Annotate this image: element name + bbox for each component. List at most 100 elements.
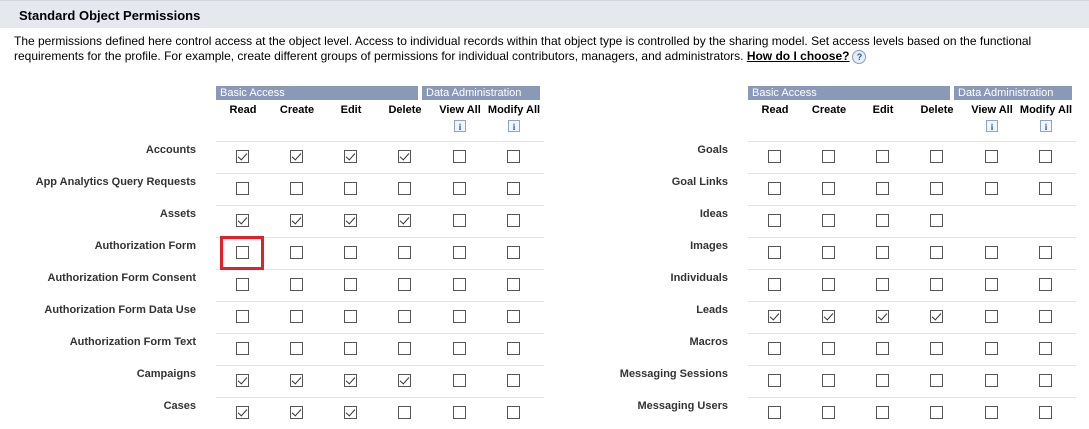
right-delete-checkbox[interactable] [930, 278, 943, 291]
left-create-checkbox[interactable] [290, 342, 303, 355]
left-view-all-checkbox[interactable] [453, 342, 466, 355]
right-read-checkbox[interactable] [768, 342, 781, 355]
left-view-all-info-icon[interactable]: i [454, 120, 466, 132]
right-delete-checkbox[interactable] [930, 214, 943, 227]
right-read-checkbox[interactable] [768, 182, 781, 195]
right-read-checkbox[interactable] [768, 310, 781, 323]
help-icon[interactable]: ? [852, 49, 867, 64]
right-modify-all-checkbox[interactable] [1039, 150, 1052, 163]
left-edit-checkbox[interactable] [344, 182, 357, 195]
right-create-checkbox[interactable] [822, 214, 835, 227]
right-delete-checkbox[interactable] [930, 342, 943, 355]
left-read-checkbox[interactable] [236, 182, 249, 195]
left-read-checkbox[interactable] [236, 278, 249, 291]
left-read-checkbox[interactable] [236, 150, 249, 163]
right-modify-all-checkbox[interactable] [1039, 310, 1052, 323]
left-modify-all-checkbox[interactable] [507, 182, 520, 195]
left-delete-checkbox[interactable] [398, 406, 411, 419]
right-edit-checkbox[interactable] [876, 310, 889, 323]
left-edit-checkbox[interactable] [344, 278, 357, 291]
right-delete-checkbox[interactable] [930, 310, 943, 323]
left-delete-checkbox[interactable] [398, 278, 411, 291]
left-modify-all-checkbox[interactable] [507, 406, 520, 419]
right-view-all-checkbox[interactable] [985, 182, 998, 195]
left-delete-checkbox[interactable] [398, 342, 411, 355]
right-edit-checkbox[interactable] [876, 406, 889, 419]
left-edit-checkbox[interactable] [344, 246, 357, 259]
right-edit-checkbox[interactable] [876, 150, 889, 163]
left-modify-all-checkbox[interactable] [507, 214, 520, 227]
right-edit-checkbox[interactable] [876, 246, 889, 259]
right-view-all-info-icon[interactable]: i [986, 120, 998, 132]
left-read-checkbox[interactable] [236, 406, 249, 419]
right-read-checkbox[interactable] [768, 246, 781, 259]
left-delete-checkbox[interactable] [398, 310, 411, 323]
left-create-checkbox[interactable] [290, 182, 303, 195]
left-view-all-checkbox[interactable] [453, 374, 466, 387]
right-modify-all-checkbox[interactable] [1039, 246, 1052, 259]
right-read-checkbox[interactable] [768, 278, 781, 291]
right-edit-checkbox[interactable] [876, 214, 889, 227]
left-delete-checkbox[interactable] [398, 182, 411, 195]
right-edit-checkbox[interactable] [876, 182, 889, 195]
left-read-checkbox[interactable] [236, 310, 249, 323]
right-create-checkbox[interactable] [822, 246, 835, 259]
left-view-all-checkbox[interactable] [453, 310, 466, 323]
left-view-all-checkbox[interactable] [453, 150, 466, 163]
right-view-all-checkbox[interactable] [985, 310, 998, 323]
left-edit-checkbox[interactable] [344, 342, 357, 355]
left-delete-checkbox[interactable] [398, 214, 411, 227]
right-edit-checkbox[interactable] [876, 278, 889, 291]
right-create-checkbox[interactable] [822, 150, 835, 163]
left-view-all-checkbox[interactable] [453, 278, 466, 291]
left-create-checkbox[interactable] [290, 406, 303, 419]
left-create-checkbox[interactable] [290, 374, 303, 387]
right-read-checkbox[interactable] [768, 214, 781, 227]
left-modify-all-checkbox[interactable] [507, 278, 520, 291]
right-delete-checkbox[interactable] [930, 406, 943, 419]
right-modify-all-checkbox[interactable] [1039, 278, 1052, 291]
left-edit-checkbox[interactable] [344, 310, 357, 323]
right-delete-checkbox[interactable] [930, 374, 943, 387]
right-create-checkbox[interactable] [822, 406, 835, 419]
left-edit-checkbox[interactable] [344, 374, 357, 387]
left-view-all-checkbox[interactable] [453, 246, 466, 259]
right-create-checkbox[interactable] [822, 342, 835, 355]
left-create-checkbox[interactable] [290, 214, 303, 227]
right-read-checkbox[interactable] [768, 150, 781, 163]
left-create-checkbox[interactable] [290, 278, 303, 291]
right-create-checkbox[interactable] [822, 374, 835, 387]
left-modify-all-checkbox[interactable] [507, 310, 520, 323]
right-view-all-checkbox[interactable] [985, 278, 998, 291]
left-read-checkbox[interactable] [236, 374, 249, 387]
right-view-all-checkbox[interactable] [985, 406, 998, 419]
right-read-checkbox[interactable] [768, 406, 781, 419]
right-create-checkbox[interactable] [822, 278, 835, 291]
left-create-checkbox[interactable] [290, 150, 303, 163]
right-delete-checkbox[interactable] [930, 246, 943, 259]
left-delete-checkbox[interactable] [398, 150, 411, 163]
right-modify-all-checkbox[interactable] [1039, 406, 1052, 419]
right-modify-all-checkbox[interactable] [1039, 374, 1052, 387]
left-view-all-checkbox[interactable] [453, 214, 466, 227]
left-create-checkbox[interactable] [290, 310, 303, 323]
left-create-checkbox[interactable] [290, 246, 303, 259]
left-edit-checkbox[interactable] [344, 406, 357, 419]
right-edit-checkbox[interactable] [876, 342, 889, 355]
left-read-checkbox[interactable] [236, 342, 249, 355]
right-view-all-checkbox[interactable] [985, 150, 998, 163]
right-read-checkbox[interactable] [768, 374, 781, 387]
right-view-all-checkbox[interactable] [985, 342, 998, 355]
left-modify-all-checkbox[interactable] [507, 150, 520, 163]
how-do-i-choose-link[interactable]: How do I choose? [747, 49, 850, 63]
right-view-all-checkbox[interactable] [985, 246, 998, 259]
right-modify-all-info-icon[interactable]: i [1040, 120, 1052, 132]
left-edit-checkbox[interactable] [344, 214, 357, 227]
right-create-checkbox[interactable] [822, 182, 835, 195]
left-view-all-checkbox[interactable] [453, 182, 466, 195]
right-view-all-checkbox[interactable] [985, 374, 998, 387]
left-delete-checkbox[interactable] [398, 246, 411, 259]
left-modify-all-checkbox[interactable] [507, 342, 520, 355]
right-delete-checkbox[interactable] [930, 150, 943, 163]
left-edit-checkbox[interactable] [344, 150, 357, 163]
